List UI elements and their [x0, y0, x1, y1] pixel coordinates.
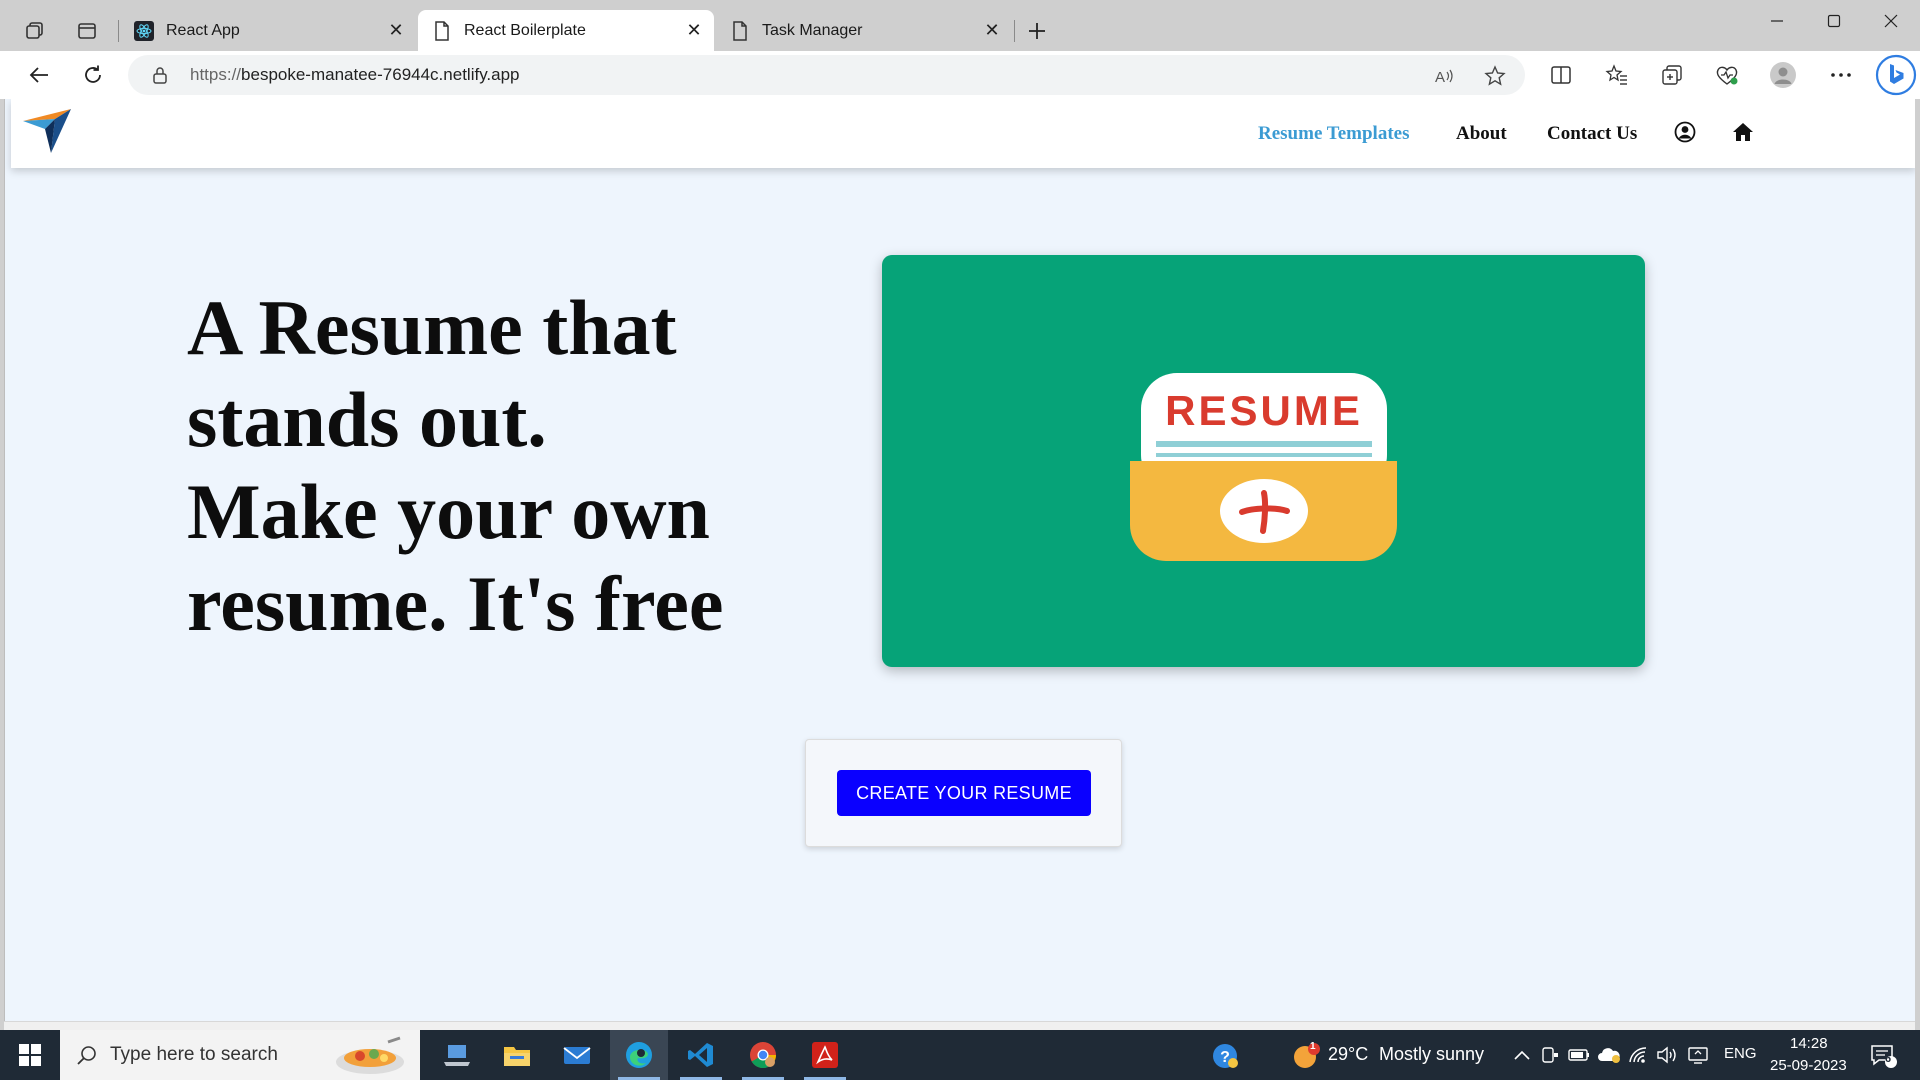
refresh-icon[interactable]	[76, 58, 110, 92]
tab-react-boilerplate[interactable]: React Boilerplate ✕	[418, 10, 714, 51]
browser-tab-strip: React App ✕ React Boilerplate ✕ Task Man…	[0, 0, 1920, 51]
nav-resume-templates[interactable]: Resume Templates	[1258, 123, 1409, 145]
hero-line: stands out.	[187, 376, 547, 463]
windows-start-icon[interactable]	[0, 1030, 60, 1080]
search-placeholder: Type here to search	[110, 1044, 278, 1065]
url-text: https://bespoke-manatee-76944c.netlify.a…	[190, 65, 520, 85]
site-navbar: Resume Templates About Contact Us	[11, 99, 1915, 168]
weather-description[interactable]: Mostly sunny	[1379, 1044, 1484, 1065]
acrobat-reader-icon[interactable]	[796, 1030, 854, 1080]
file-explorer-icon[interactable]	[488, 1030, 546, 1080]
weather-sun-icon[interactable]: 1	[1292, 1041, 1322, 1070]
weather-alert-count: 1	[1310, 1041, 1316, 1052]
new-tab-icon[interactable]	[1020, 14, 1054, 48]
resume-label: RESUME	[1165, 387, 1363, 434]
notification-center-icon[interactable]: 6	[1868, 1041, 1898, 1071]
split-screen-icon[interactable]	[1544, 58, 1578, 92]
minimize-icon[interactable]	[1754, 6, 1800, 36]
hero-line: Make your own	[187, 468, 710, 555]
input-language[interactable]: ENG	[1724, 1045, 1757, 1062]
help-icon[interactable]: ?	[1212, 1042, 1240, 1070]
lock-icon[interactable]	[150, 65, 170, 85]
cta-container: CREATE YOUR RESUME	[805, 739, 1122, 847]
resume-illustration-card: RESUME	[882, 255, 1645, 667]
tab-title: React App	[166, 21, 240, 39]
browser-essentials-icon[interactable]	[1710, 58, 1744, 92]
search-icon	[76, 1044, 98, 1071]
maximize-icon[interactable]	[1811, 6, 1857, 36]
tab-title: Task Manager	[762, 21, 863, 39]
chrome-icon[interactable]	[734, 1030, 792, 1080]
nav-about[interactable]: About	[1456, 123, 1507, 145]
clock-date[interactable]: 25-09-2023	[1770, 1057, 1847, 1074]
site-logo-icon[interactable]	[21, 107, 75, 155]
meet-now-icon[interactable]	[1538, 1043, 1562, 1067]
weather-temperature[interactable]: 29°C	[1328, 1044, 1368, 1065]
url-host: bespoke-manatee-76944c.netlify.app	[241, 65, 520, 84]
workspaces-icon[interactable]	[18, 14, 52, 48]
notification-count: 6	[1885, 1053, 1892, 1065]
display-mirror-icon[interactable]	[1686, 1043, 1710, 1067]
close-tab-icon[interactable]: ✕	[682, 19, 706, 43]
onedrive-cloud-icon[interactable]	[1597, 1043, 1621, 1067]
read-aloud-icon[interactable]: A	[1430, 61, 1460, 91]
tab-title: React Boilerplate	[464, 21, 586, 39]
address-bar[interactable]: https://bespoke-manatee-76944c.netlify.a…	[128, 55, 1525, 95]
hero-headline: A Resume that stands out. Make your own …	[187, 282, 827, 650]
resume-folder-illustration: RESUME	[1130, 373, 1397, 561]
back-icon[interactable]	[22, 58, 56, 92]
favorites-icon[interactable]	[1600, 58, 1634, 92]
close-tab-icon[interactable]: ✕	[980, 19, 1004, 43]
wifi-icon[interactable]	[1627, 1043, 1651, 1067]
windows-taskbar: Type here to search ? 1 29°C Mostly sunn…	[0, 1030, 1920, 1080]
home-icon[interactable]	[1730, 119, 1756, 145]
close-tab-icon[interactable]: ✕	[384, 19, 408, 43]
page-viewport: Resume Templates About Contact Us A Resu…	[4, 99, 1915, 1021]
tab-separator	[118, 20, 119, 42]
mail-icon[interactable]	[548, 1030, 606, 1080]
user-account-icon[interactable]	[1672, 119, 1698, 145]
favorite-star-icon[interactable]	[1480, 61, 1510, 91]
page-icon	[432, 20, 452, 41]
bing-copilot-icon[interactable]	[1874, 53, 1918, 97]
clock-time[interactable]: 14:28	[1790, 1035, 1828, 1052]
create-resume-button[interactable]: CREATE YOUR RESUME	[837, 770, 1091, 816]
tab-react-app[interactable]: React App ✕	[120, 10, 416, 51]
battery-icon[interactable]	[1567, 1043, 1591, 1067]
tab-actions-icon[interactable]	[70, 14, 104, 48]
edge-browser-icon[interactable]	[610, 1030, 668, 1080]
profile-avatar-icon[interactable]	[1766, 58, 1800, 92]
browser-toolbar: https://bespoke-manatee-76944c.netlify.a…	[0, 51, 1920, 99]
tab-task-manager[interactable]: Task Manager ✕	[716, 10, 1012, 51]
volume-icon[interactable]	[1656, 1043, 1680, 1067]
search-highlight-food-icon[interactable]	[334, 1036, 406, 1080]
close-window-icon[interactable]	[1868, 6, 1914, 36]
hero-line: A Resume that	[187, 284, 677, 371]
react-icon	[134, 20, 154, 41]
vscode-icon[interactable]	[672, 1030, 730, 1080]
taskbar-search-box[interactable]: Type here to search	[60, 1030, 420, 1080]
more-options-icon[interactable]	[1824, 58, 1858, 92]
hero-line: resume. It's free	[187, 560, 724, 647]
nav-contact-us[interactable]: Contact Us	[1547, 123, 1637, 145]
chevron-up-icon[interactable]	[1510, 1043, 1534, 1067]
taskbar-app-laptop-icon[interactable]	[428, 1030, 486, 1080]
svg-text:A: A	[1435, 69, 1445, 86]
collections-icon[interactable]	[1655, 58, 1689, 92]
tab-separator	[1014, 20, 1015, 42]
url-scheme: https://	[190, 65, 242, 84]
horizontal-scrollbar[interactable]	[4, 1021, 1915, 1030]
page-icon	[730, 20, 750, 41]
